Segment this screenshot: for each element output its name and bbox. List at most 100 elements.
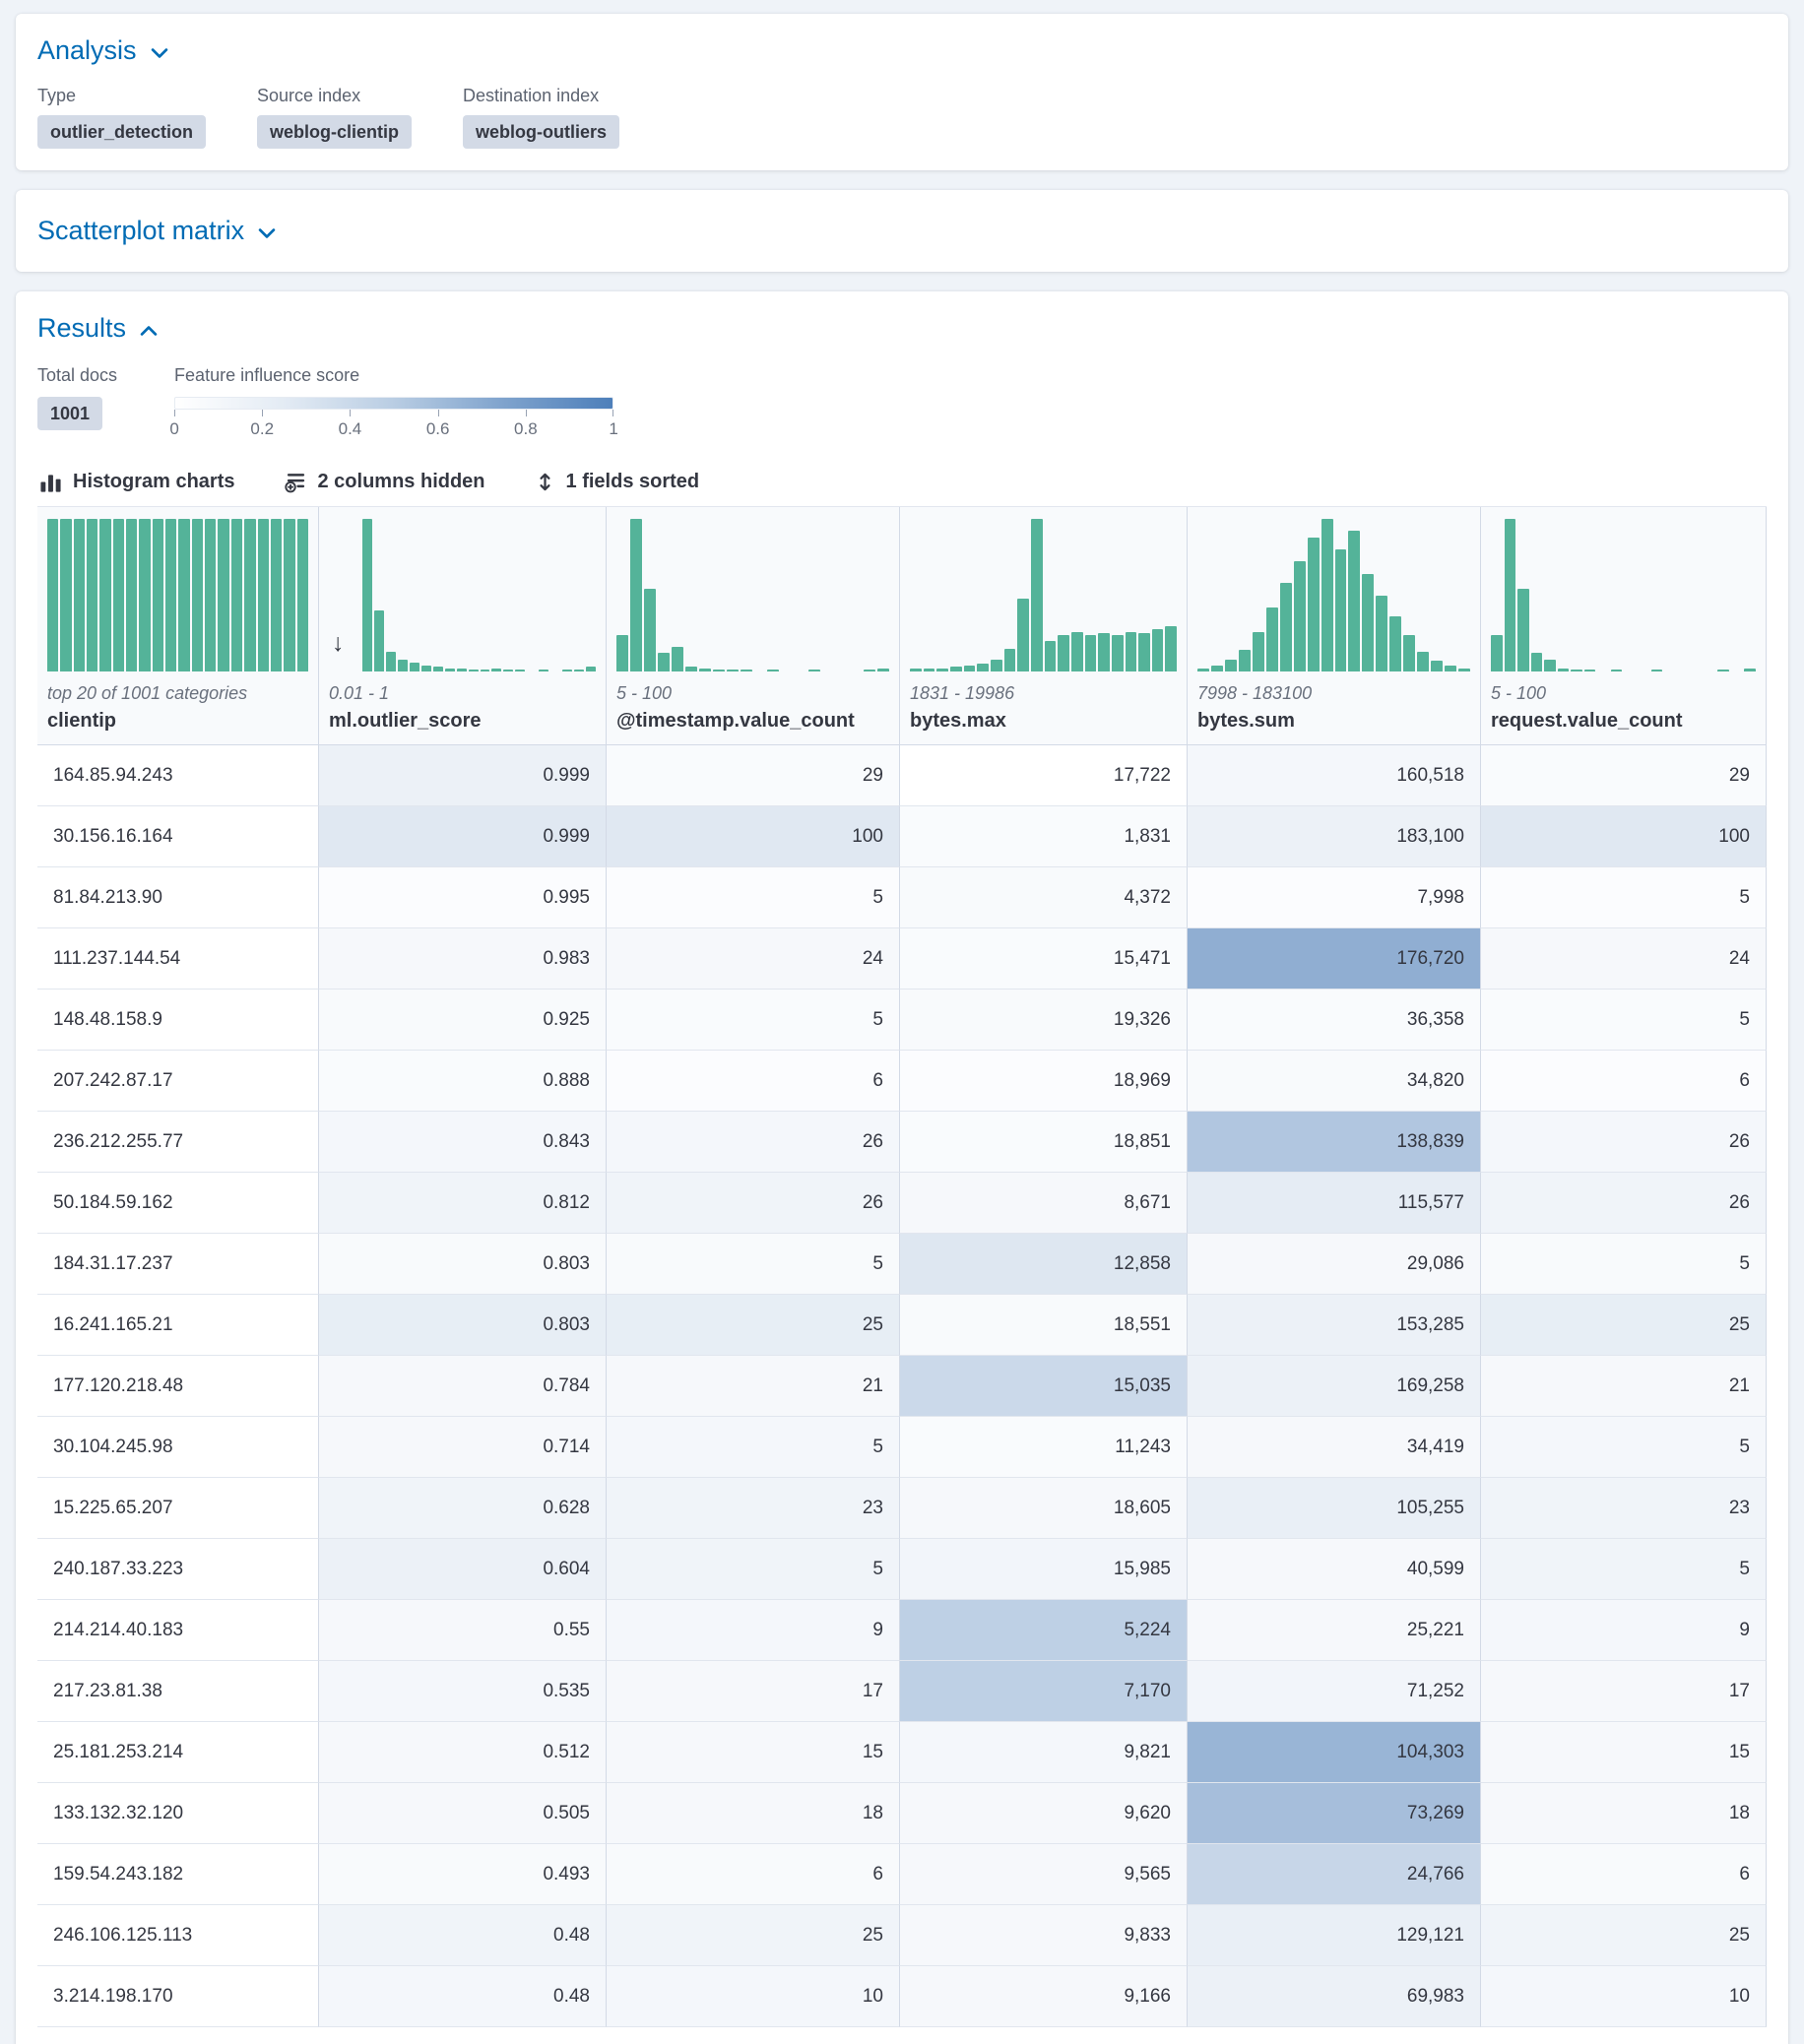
grid-cell[interactable]: 184.31.17.237 [37,1234,319,1295]
grid-cell[interactable]: 153,285 [1188,1295,1481,1356]
grid-cell[interactable]: 24,766 [1188,1844,1481,1905]
grid-cell[interactable]: 160,518 [1188,745,1481,806]
grid-cell[interactable]: 25.181.253.214 [37,1722,319,1783]
grid-cell[interactable]: 17 [607,1661,900,1722]
columns-hidden-button[interactable]: 2 columns hidden [285,471,485,493]
grid-cell[interactable]: 0.604 [319,1539,607,1600]
grid-cell[interactable]: 21 [607,1356,900,1417]
grid-cell[interactable]: 29 [1481,745,1767,806]
grid-cell[interactable]: 0.535 [319,1661,607,1722]
grid-cell[interactable]: 0.784 [319,1356,607,1417]
grid-cell[interactable]: 6 [1481,1844,1767,1905]
grid-cell[interactable]: 25 [607,1905,900,1966]
grid-cell[interactable]: 217.23.81.38 [37,1661,319,1722]
grid-cell[interactable]: 16.241.165.21 [37,1295,319,1356]
grid-cell[interactable]: 25 [607,1295,900,1356]
grid-cell[interactable]: 26 [1481,1173,1767,1234]
grid-cell[interactable]: 7,170 [900,1661,1188,1722]
grid-cell[interactable]: 207.242.87.17 [37,1051,319,1112]
grid-cell[interactable]: 34,419 [1188,1417,1481,1478]
grid-cell[interactable]: 9,620 [900,1783,1188,1844]
grid-cell[interactable]: 73,269 [1188,1783,1481,1844]
grid-cell[interactable]: 5 [607,1417,900,1478]
grid-cell[interactable]: 183,100 [1188,806,1481,867]
grid-cell[interactable]: 100 [607,806,900,867]
grid-cell[interactable]: 5 [1481,1234,1767,1295]
grid-cell[interactable]: 30.156.16.164 [37,806,319,867]
grid-cell[interactable]: 0.628 [319,1478,607,1539]
column-header-@timestamp.value_count[interactable]: 5 - 100@timestamp.value_count [607,507,900,745]
grid-cell[interactable]: 11,243 [900,1417,1188,1478]
grid-cell[interactable]: 17,722 [900,745,1188,806]
grid-cell[interactable]: 10 [607,1966,900,2027]
results-accordion-toggle[interactable]: Results [37,313,160,344]
grid-cell[interactable]: 7,998 [1188,867,1481,928]
grid-cell[interactable]: 15,985 [900,1539,1188,1600]
grid-cell[interactable]: 111.237.144.54 [37,928,319,990]
grid-cell[interactable]: 4,372 [900,867,1188,928]
grid-cell[interactable]: 0.714 [319,1417,607,1478]
grid-cell[interactable]: 0.55 [319,1600,607,1661]
grid-cell[interactable]: 10 [1481,1966,1767,2027]
grid-cell[interactable]: 50.184.59.162 [37,1173,319,1234]
grid-cell[interactable]: 115,577 [1188,1173,1481,1234]
grid-cell[interactable]: 9,565 [900,1844,1188,1905]
grid-cell[interactable]: 15,035 [900,1356,1188,1417]
grid-cell[interactable]: 36,358 [1188,990,1481,1051]
grid-cell[interactable]: 5 [607,990,900,1051]
scatterplot-accordion-toggle[interactable]: Scatterplot matrix [37,216,278,246]
grid-cell[interactable]: 5 [1481,1417,1767,1478]
grid-cell[interactable]: 24 [607,928,900,990]
grid-cell[interactable]: 5 [607,1539,900,1600]
grid-cell[interactable]: 164.85.94.243 [37,745,319,806]
grid-cell[interactable]: 21 [1481,1356,1767,1417]
histogram-charts-button[interactable]: Histogram charts [39,471,235,493]
grid-cell[interactable]: 169,258 [1188,1356,1481,1417]
fields-sorted-button[interactable]: 1 fields sorted [535,471,700,493]
grid-cell[interactable]: 9,833 [900,1905,1188,1966]
grid-cell[interactable]: 0.983 [319,928,607,990]
grid-cell[interactable]: 71,252 [1188,1661,1481,1722]
grid-cell[interactable]: 6 [607,1051,900,1112]
grid-cell[interactable]: 9,166 [900,1966,1188,2027]
column-header-bytes.max[interactable]: 1831 - 19986bytes.max [900,507,1188,745]
grid-cell[interactable]: 138,839 [1188,1112,1481,1173]
column-header-request.value_count[interactable]: 5 - 100request.value_count [1481,507,1767,745]
grid-cell[interactable]: 25 [1481,1295,1767,1356]
grid-cell[interactable]: 17 [1481,1661,1767,1722]
grid-cell[interactable]: 15 [1481,1722,1767,1783]
grid-cell[interactable]: 30.104.245.98 [37,1417,319,1478]
grid-cell[interactable]: 25,221 [1188,1600,1481,1661]
grid-cell[interactable]: 8,671 [900,1173,1188,1234]
grid-cell[interactable]: 159.54.243.182 [37,1844,319,1905]
grid-cell[interactable]: 19,326 [900,990,1188,1051]
grid-cell[interactable]: 246.106.125.113 [37,1905,319,1966]
grid-cell[interactable]: 104,303 [1188,1722,1481,1783]
grid-cell[interactable]: 0.512 [319,1722,607,1783]
grid-cell[interactable]: 26 [1481,1112,1767,1173]
grid-cell[interactable]: 5,224 [900,1600,1188,1661]
grid-cell[interactable]: 0.999 [319,745,607,806]
grid-cell[interactable]: 9 [1481,1600,1767,1661]
column-header-ml.outlier_score[interactable]: ↓0.01 - 1ml.outlier_score [319,507,607,745]
grid-cell[interactable]: 0.995 [319,867,607,928]
grid-cell[interactable]: 24 [1481,928,1767,990]
grid-cell[interactable]: 0.999 [319,806,607,867]
grid-cell[interactable]: 0.843 [319,1112,607,1173]
grid-cell[interactable]: 176,720 [1188,928,1481,990]
grid-cell[interactable]: 6 [607,1844,900,1905]
grid-cell[interactable]: 105,255 [1188,1478,1481,1539]
grid-cell[interactable]: 5 [607,867,900,928]
grid-cell[interactable]: 5 [1481,1539,1767,1600]
grid-cell[interactable]: 0.888 [319,1051,607,1112]
grid-cell[interactable]: 5 [607,1234,900,1295]
column-header-bytes.sum[interactable]: 7998 - 183100bytes.sum [1188,507,1481,745]
grid-cell[interactable]: 18 [1481,1783,1767,1844]
grid-cell[interactable]: 18,605 [900,1478,1188,1539]
grid-cell[interactable]: 236.212.255.77 [37,1112,319,1173]
grid-cell[interactable]: 15,471 [900,928,1188,990]
grid-cell[interactable]: 81.84.213.90 [37,867,319,928]
grid-cell[interactable]: 40,599 [1188,1539,1481,1600]
grid-cell[interactable]: 18 [607,1783,900,1844]
grid-cell[interactable]: 240.187.33.223 [37,1539,319,1600]
